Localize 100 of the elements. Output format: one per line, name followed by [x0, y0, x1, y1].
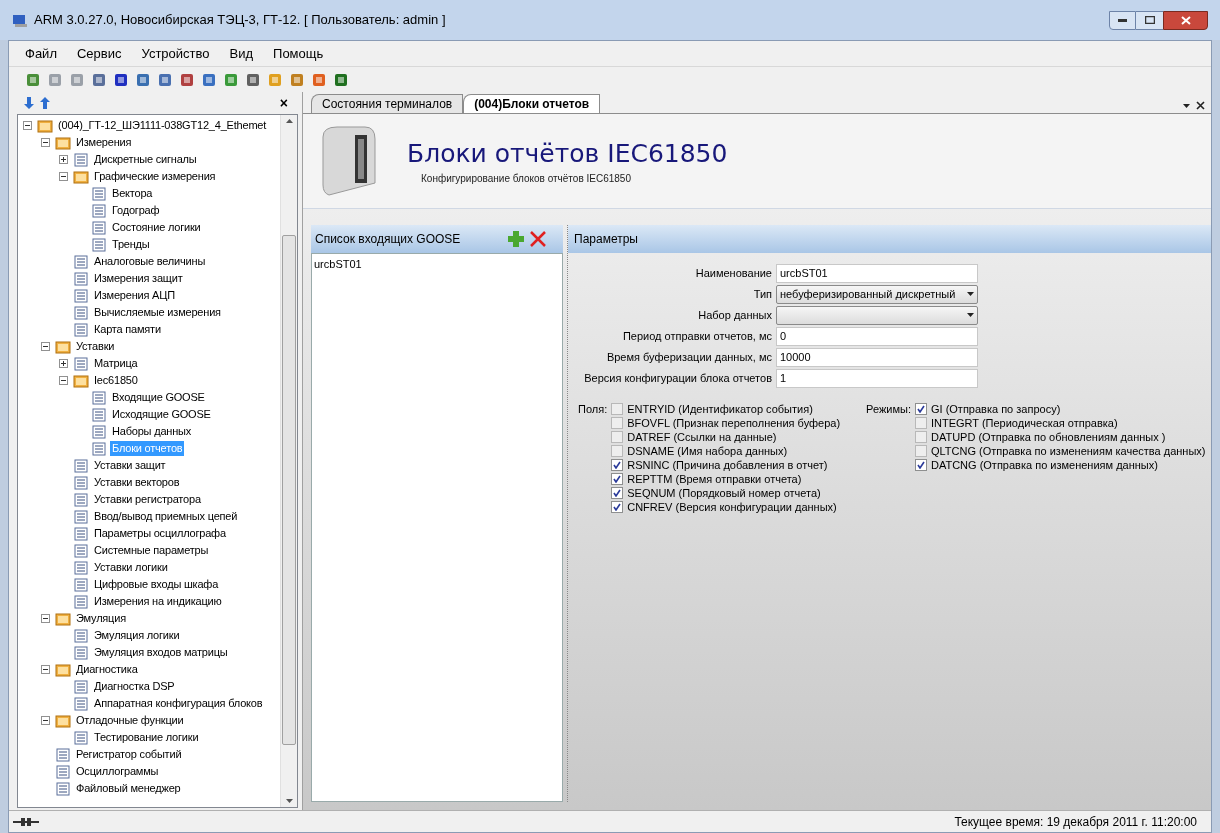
menu-item[interactable]: Помощь	[273, 43, 324, 64]
tree-item[interactable]: Измерения АЦП	[92, 288, 177, 303]
scroll-up-icon[interactable]	[285, 119, 293, 123]
maximize-button[interactable]	[1136, 10, 1163, 30]
tab[interactable]: (004)Блоки отчетов	[463, 94, 601, 113]
check-icon	[916, 405, 925, 413]
collapse-toggle[interactable]	[40, 342, 50, 351]
tree-item[interactable]: Аналоговые величины	[92, 254, 208, 269]
collapse-toggle[interactable]	[22, 121, 32, 130]
checkbox[interactable]	[611, 473, 624, 485]
tree-item[interactable]: Годограф	[110, 203, 162, 218]
close-button[interactable]	[1163, 10, 1208, 30]
tree-item[interactable]: Вектора	[110, 186, 155, 201]
tree-item[interactable]: Цифровые входы шкафа	[92, 577, 221, 592]
toolbar-icon[interactable]	[179, 71, 195, 88]
tab[interactable]: Состояния терминалов	[311, 94, 464, 113]
tree-item[interactable]: Тренды	[110, 237, 152, 252]
menu-item[interactable]: Сервис	[76, 43, 122, 64]
tree-item[interactable]: Уставки регистратора	[92, 492, 203, 507]
tree-item[interactable]: Измерения защит	[92, 271, 185, 286]
scroll-down-icon[interactable]	[285, 799, 293, 803]
tree-item[interactable]: Тестирование логики	[92, 730, 201, 745]
collapse-toggle[interactable]	[58, 172, 68, 181]
menu-item[interactable]: Вид	[229, 43, 254, 64]
tree-item[interactable]: Регистратор событий	[74, 747, 184, 762]
checkbox[interactable]	[914, 417, 927, 429]
tree-item[interactable]: Уставки	[74, 339, 117, 354]
tree-item[interactable]: Вычисляемые измерения	[92, 305, 223, 320]
tree-item[interactable]: Карта памяти	[92, 322, 163, 337]
menu-item[interactable]: Устройство	[141, 43, 210, 64]
toolbar-icon[interactable]	[25, 71, 41, 88]
tree-item[interactable]: Матрица	[92, 356, 140, 371]
tree-item[interactable]: Эмуляция входов матрицы	[92, 645, 230, 660]
arrow-up-icon[interactable]	[39, 96, 51, 110]
tree-item[interactable]: (004)_ГТ-12_ШЭ1111-038GT12_4_Ethemet	[56, 118, 269, 133]
checkbox[interactable]	[611, 459, 624, 471]
collapse-toggle[interactable]	[40, 665, 50, 674]
tree-item[interactable]: Состояние логики	[110, 220, 203, 235]
tree-item[interactable]: Измерения на индикацию	[92, 594, 224, 609]
tree-item[interactable]: Дискретные сигналы	[92, 152, 199, 167]
tree-item[interactable]: Графические измерения	[92, 169, 218, 184]
grid-page-icon	[73, 271, 89, 286]
tree-item[interactable]: Эмуляция	[74, 611, 128, 626]
dropdown-icon[interactable]	[1183, 103, 1190, 108]
close-icon[interactable]	[1196, 101, 1205, 110]
close-panel-button[interactable]: ×	[279, 92, 288, 114]
tree-item[interactable]: Исходящие GOOSE	[110, 407, 213, 422]
tree-item[interactable]: Файловый менеджер	[74, 781, 183, 796]
tree-item[interactable]: Диагностка DSP	[92, 679, 177, 694]
tree-item[interactable]: Системные параметры	[92, 543, 211, 558]
checkbox[interactable]	[611, 445, 624, 457]
text-field[interactable]: 0	[776, 326, 978, 346]
collapse-toggle[interactable]	[40, 138, 50, 147]
tree-item[interactable]: Ввод/вывод приемных цепей	[92, 509, 240, 524]
list-item[interactable]: urcbST01	[314, 256, 560, 273]
checkbox[interactable]	[611, 487, 624, 499]
minimize-button[interactable]	[1109, 10, 1136, 30]
tree-item[interactable]: Аппаратная конфигурация блоков	[92, 696, 265, 711]
delete-icon[interactable]	[529, 230, 547, 248]
checkbox[interactable]	[914, 445, 927, 457]
checkbox-label: RSNINC (Причина добавления в отчет)	[627, 457, 828, 473]
tree-item[interactable]: Уставки векторов	[92, 475, 182, 490]
menu-item[interactable]: Файл	[25, 43, 57, 64]
expand-toggle[interactable]	[58, 359, 68, 368]
tree-item[interactable]: Эмуляция логики	[92, 628, 182, 643]
checkbox[interactable]	[611, 501, 624, 513]
tree-item[interactable]: Осциллограммы	[74, 764, 161, 779]
tree-item[interactable]: Отладочные функции	[74, 713, 186, 728]
collapse-toggle[interactable]	[40, 614, 50, 623]
toolbar-icon[interactable]	[91, 71, 107, 88]
toolbar-icon[interactable]	[113, 71, 129, 88]
tree-item[interactable]: Входящие GOOSE	[110, 390, 207, 405]
arrow-down-icon[interactable]	[23, 96, 35, 110]
expand-toggle[interactable]	[58, 155, 68, 164]
toolbar-icon[interactable]	[135, 71, 151, 88]
tree-item[interactable]: Iec61850	[92, 373, 140, 388]
checkbox[interactable]	[611, 431, 624, 443]
text-field[interactable]: urcbST01	[776, 263, 978, 283]
dropdown[interactable]: небуферизированный дискретный	[776, 284, 978, 304]
dropdown[interactable]	[776, 305, 978, 325]
tree-item[interactable]: Измерения	[74, 135, 134, 150]
text-field[interactable]: 1	[776, 368, 978, 388]
toolbar-icon[interactable]	[157, 71, 173, 88]
tree-item[interactable]: Наборы данных	[110, 424, 194, 439]
tree-item[interactable]: Уставки защит	[92, 458, 168, 473]
tree-item[interactable]: Параметры осциллографа	[92, 526, 228, 541]
toolbar-icon[interactable]	[245, 71, 261, 88]
collapse-toggle[interactable]	[40, 716, 50, 725]
scrollbar[interactable]	[280, 115, 297, 807]
text-field[interactable]: 10000	[776, 347, 978, 367]
checkbox[interactable]	[611, 417, 624, 429]
checkbox[interactable]	[914, 459, 927, 471]
toolbar-icon[interactable]	[201, 71, 217, 88]
checkbox[interactable]	[914, 431, 927, 443]
collapse-toggle[interactable]	[58, 376, 68, 385]
tree-item[interactable]: Уставки логики	[92, 560, 170, 575]
checkbox[interactable]	[611, 403, 624, 415]
checkbox[interactable]	[914, 403, 927, 415]
toolbar-icon[interactable]	[333, 71, 349, 88]
tree-item[interactable]: Диагностика	[74, 662, 140, 677]
